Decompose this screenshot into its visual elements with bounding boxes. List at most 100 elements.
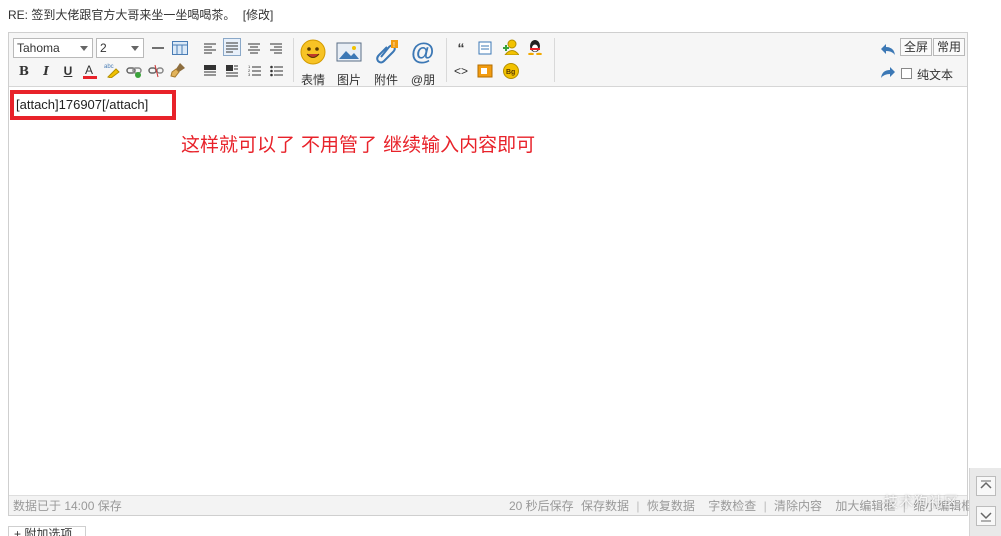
align-center-button[interactable] (245, 39, 263, 57)
mention-label: @朋 (410, 73, 436, 87)
mention-button[interactable]: @ @朋 (406, 39, 440, 87)
font-family-select[interactable]: Tahoma (13, 38, 93, 58)
reply-title: RE: 签到大佬跟官方大哥来坐一坐喝喝茶。 [修改] (8, 6, 273, 23)
image-label: 图片 (336, 73, 361, 87)
attachment-label: 附件 (373, 73, 398, 87)
link-icon (126, 67, 142, 78)
fullscreen-button[interactable]: 全屏 (900, 38, 933, 56)
unordered-list-button[interactable] (267, 62, 285, 80)
underline-button[interactable]: U (59, 62, 77, 80)
common-label: 常用 (937, 40, 962, 54)
bold-label: B (18, 64, 30, 78)
html-code-button[interactable]: <> (452, 62, 470, 80)
autosave-countdown: 20 秒后保存 (509, 499, 574, 513)
table-button[interactable] (171, 39, 189, 57)
svg-text:!: ! (393, 42, 395, 49)
float-button[interactable] (223, 62, 241, 80)
chevron-up-icon (980, 480, 992, 489)
plaintext-label: 纯文本 (917, 68, 954, 82)
highlight-icon: abc (104, 64, 120, 78)
image-icon (336, 42, 362, 62)
horizontal-rule-button[interactable] (149, 39, 167, 57)
image-button[interactable]: 图片 (332, 39, 366, 87)
unlink-button[interactable] (147, 62, 165, 80)
redo-arrow-icon (881, 67, 895, 78)
divider: | (763, 499, 767, 513)
toggle-icon: + (14, 527, 25, 536)
background-button[interactable]: Bg (502, 62, 520, 80)
italic-label: I (43, 64, 49, 78)
code-box-icon (478, 41, 492, 55)
emoji-label: 表情 (300, 73, 325, 87)
plaintext-checkbox[interactable] (901, 68, 912, 79)
font-color-button[interactable]: A (81, 62, 99, 80)
svg-text:Bg: Bg (506, 69, 515, 76)
redo-button[interactable] (879, 63, 897, 81)
common-button[interactable]: 常用 (933, 38, 966, 56)
scroll-bottom-button[interactable] (976, 506, 996, 526)
bg-badge-icon: Bg (503, 63, 519, 79)
editor-statusbar: 数据已于 14:00 保存 20 秒后保存 保存数据 | 恢复数据 字数检查 |… (9, 495, 973, 515)
insert-link-button[interactable] (125, 62, 143, 80)
highlight-button[interactable]: abc (103, 61, 121, 79)
editor-toolbar: Tahoma 2 B I U A abc 1 2 3 表情 图片 ! 附件 @ … (9, 33, 967, 87)
clear-content-link[interactable]: 清除内容 (774, 499, 822, 513)
align-right-icon (270, 43, 282, 53)
svg-text:3: 3 (248, 72, 251, 77)
float-icon (226, 65, 238, 77)
emoji-button[interactable]: 表情 (296, 39, 330, 87)
smiley-icon (300, 39, 326, 65)
chevron-down-icon (980, 512, 992, 522)
free-button[interactable] (502, 38, 520, 56)
paperclip-icon: ! (376, 40, 398, 64)
save-data-link[interactable]: 保存数据 (581, 499, 629, 513)
editor-content-area[interactable]: [attach]176907[/attach] 这样就可以了 不用管了 继续输入… (9, 88, 967, 495)
extra-options-tab[interactable]: + 附加选项 (8, 526, 86, 536)
toolbar-separator (293, 38, 294, 82)
svg-text:abc: abc (104, 64, 114, 70)
align-center-icon (248, 43, 260, 53)
reply-title-text: RE: 签到大佬跟官方大哥来坐一坐喝喝茶。 (8, 8, 236, 22)
undo-arrow-icon (881, 44, 895, 55)
side-scroll-panel (969, 468, 1001, 536)
align-justify-button[interactable] (223, 38, 241, 56)
clear-format-button[interactable] (169, 61, 187, 79)
align-right-button[interactable] (267, 39, 285, 57)
align-left-button[interactable] (201, 39, 219, 57)
person-plus-icon (503, 39, 519, 55)
quote-button[interactable]: “ (452, 39, 470, 57)
attachment-button[interactable]: ! 附件 (369, 39, 403, 87)
bold-button[interactable]: B (15, 62, 33, 80)
unlink-icon (148, 64, 164, 78)
rich-text-editor: Tahoma 2 B I U A abc 1 2 3 表情 图片 ! 附件 @ … (8, 32, 973, 516)
svg-text:A: A (85, 63, 93, 77)
fullscreen-label: 全屏 (904, 40, 929, 54)
restore-data-link[interactable]: 恢复数据 (647, 499, 695, 513)
qq-button[interactable] (526, 38, 544, 56)
toolbar-separator (554, 38, 555, 82)
word-check-link[interactable]: 字数检查 (708, 499, 756, 513)
hide-button[interactable] (476, 62, 494, 80)
attach-code: [attach]176907[/attach] (16, 97, 149, 112)
scroll-top-button[interactable] (976, 476, 996, 496)
italic-button[interactable]: I (37, 62, 55, 80)
align-justify-icon (226, 42, 238, 52)
chevron-down-icon (80, 46, 88, 51)
edit-link[interactable]: [修改] (243, 8, 274, 22)
brush-icon (170, 63, 185, 78)
ordered-list-button[interactable]: 123 (245, 62, 263, 80)
ordered-list-icon: 123 (248, 65, 261, 77)
underline-label: U (63, 64, 73, 78)
hide-box-icon (477, 64, 493, 78)
horizontal-rule-icon (152, 47, 164, 49)
watermark-text: 技术狗社区 (884, 494, 959, 510)
code-button[interactable] (476, 39, 494, 57)
save-status: 数据已于 14:00 保存 (13, 499, 122, 513)
chevron-down-icon (131, 46, 139, 51)
table-icon (172, 41, 188, 55)
undo-button[interactable] (879, 40, 897, 58)
font-size-select[interactable]: 2 (96, 38, 144, 58)
extra-options-label: 附加选项 (24, 527, 73, 536)
paragraph-icon (204, 65, 216, 76)
paragraph-button[interactable] (201, 62, 219, 80)
